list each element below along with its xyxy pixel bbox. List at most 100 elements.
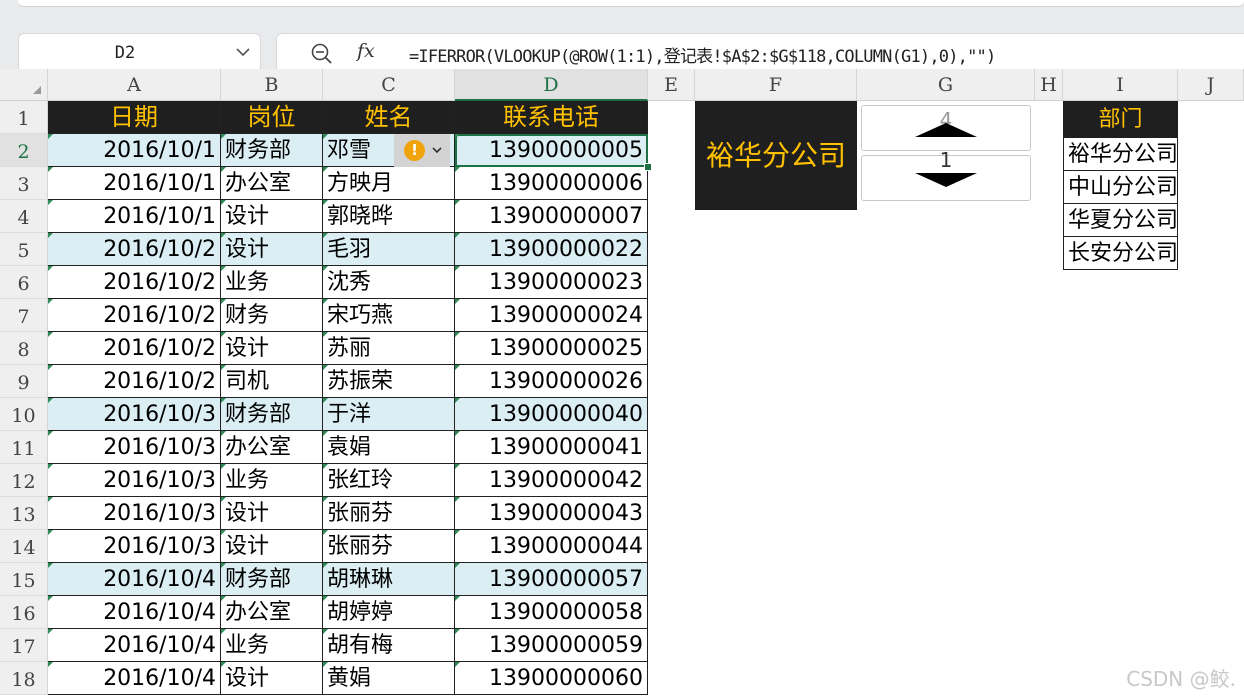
table-cell[interactable]: 毛羽 xyxy=(323,233,455,266)
table-cell[interactable]: 宋巧燕 xyxy=(323,299,455,332)
table-cell[interactable]: 13900000060 xyxy=(455,662,648,695)
table-header-cell[interactable]: 姓名 xyxy=(323,101,455,134)
table-cell[interactable]: 业务 xyxy=(221,266,323,299)
column-header-g[interactable]: G xyxy=(857,69,1035,101)
row-header-7[interactable]: 7 xyxy=(0,299,48,332)
table-cell[interactable]: 13900000006 xyxy=(455,167,648,200)
table-cell[interactable]: 13900000059 xyxy=(455,629,648,662)
formula-input[interactable]: fx =IFERROR(VLOOKUP(@ROW(1:1),登记表!$A$2:$… xyxy=(276,33,1244,73)
table-cell[interactable]: 13900000044 xyxy=(455,530,648,563)
table-cell[interactable]: 2016/10/2 xyxy=(48,365,221,398)
table-cell[interactable]: 13900000058 xyxy=(455,596,648,629)
column-header-b[interactable]: B xyxy=(221,69,323,101)
table-cell[interactable]: 2016/10/4 xyxy=(48,563,221,596)
table-cell[interactable]: 2016/10/2 xyxy=(48,233,221,266)
table-cell[interactable]: 2016/10/1 xyxy=(48,167,221,200)
row-header-2[interactable]: 2 xyxy=(0,134,48,167)
table-cell[interactable]: 张丽芬 xyxy=(323,497,455,530)
chevron-down-icon[interactable] xyxy=(432,147,442,154)
column-header-h[interactable]: H xyxy=(1035,69,1063,101)
table-cell[interactable]: 胡琳琳 xyxy=(323,563,455,596)
table-cell[interactable]: 2016/10/3 xyxy=(48,431,221,464)
table-cell[interactable]: 于洋 xyxy=(323,398,455,431)
column-header-c[interactable]: C xyxy=(323,69,455,101)
table-header-cell[interactable]: 联系电话 xyxy=(455,101,648,134)
table-cell[interactable]: 设计 xyxy=(221,233,323,266)
table-cell[interactable]: 办公室 xyxy=(221,431,323,464)
fx-icon[interactable]: fx xyxy=(357,40,375,62)
company-label[interactable]: 裕华分公司 xyxy=(695,101,857,210)
table-cell[interactable]: 2016/10/2 xyxy=(48,332,221,365)
column-header-f[interactable]: F xyxy=(695,69,857,101)
table-cell[interactable]: 胡婷婷 xyxy=(323,596,455,629)
table-header-cell[interactable]: 岗位 xyxy=(221,101,323,134)
row-header-10[interactable]: 10 xyxy=(0,398,48,431)
row-header-8[interactable]: 8 xyxy=(0,332,48,365)
error-check-button[interactable]: ! xyxy=(394,134,450,167)
table-cell[interactable]: 2016/10/1 xyxy=(48,200,221,233)
table-cell[interactable]: 2016/10/4 xyxy=(48,596,221,629)
table-cell[interactable]: 13900000026 xyxy=(455,365,648,398)
table-cell[interactable]: 13900000041 xyxy=(455,431,648,464)
row-header-11[interactable]: 11 xyxy=(0,431,48,464)
row-header-3[interactable]: 3 xyxy=(0,167,48,200)
row-header-17[interactable]: 17 xyxy=(0,629,48,662)
row-header-12[interactable]: 12 xyxy=(0,464,48,497)
column-header-a[interactable]: A xyxy=(48,69,221,101)
table-cell[interactable]: 13900000023 xyxy=(455,266,648,299)
table-cell[interactable]: 设计 xyxy=(221,662,323,695)
table-cell[interactable]: 13900000005 xyxy=(455,134,648,167)
table-cell[interactable]: 13900000025 xyxy=(455,332,648,365)
column-header-d[interactable]: D xyxy=(455,69,648,101)
table-cell[interactable]: 设计 xyxy=(221,200,323,233)
column-header-i[interactable]: I xyxy=(1063,69,1178,101)
formula-text[interactable]: =IFERROR(VLOOKUP(@ROW(1:1),登记表!$A$2:$G$1… xyxy=(409,42,996,67)
select-all-corner[interactable] xyxy=(0,69,48,101)
table-cell[interactable]: 2016/10/4 xyxy=(48,629,221,662)
table-cell[interactable]: 2016/10/2 xyxy=(48,266,221,299)
table-cell[interactable]: 13900000024 xyxy=(455,299,648,332)
table-cell[interactable]: 财务 xyxy=(221,299,323,332)
table-cell[interactable]: 张红玲 xyxy=(323,464,455,497)
row-header-5[interactable]: 5 xyxy=(0,233,48,266)
name-box[interactable]: D2 xyxy=(18,33,261,73)
spinner-up-arrow-icon[interactable] xyxy=(915,123,977,137)
table-cell[interactable]: 苏振荣 xyxy=(323,365,455,398)
table-cell[interactable]: 办公室 xyxy=(221,167,323,200)
table-cell[interactable]: 黄娟 xyxy=(323,662,455,695)
table-cell[interactable]: 胡有梅 xyxy=(323,629,455,662)
table-cell[interactable]: 设计 xyxy=(221,497,323,530)
table-cell[interactable]: 2016/10/3 xyxy=(48,530,221,563)
table-cell[interactable]: 2016/10/2 xyxy=(48,299,221,332)
table-header-cell[interactable]: 日期 xyxy=(48,101,221,134)
row-header-13[interactable]: 13 xyxy=(0,497,48,530)
table-cell[interactable]: 13900000007 xyxy=(455,200,648,233)
table-cell[interactable]: 方映月 xyxy=(323,167,455,200)
table-cell[interactable]: 2016/10/1 xyxy=(48,134,221,167)
sheet-grid[interactable]: A B C D E F G H I J 1 2 3 4 5 6 7 8 9 10 11 12 13 14 15 16 17 18 日期岗… xyxy=(0,69,1244,700)
row-header-1[interactable]: 1 xyxy=(0,101,48,134)
table-cell[interactable]: 司机 xyxy=(221,365,323,398)
table-cell[interactable]: 13900000040 xyxy=(455,398,648,431)
table-cell[interactable]: 13900000022 xyxy=(455,233,648,266)
table-cell[interactable]: 办公室 xyxy=(221,596,323,629)
row-header-4[interactable]: 4 xyxy=(0,200,48,233)
column-header-e[interactable]: E xyxy=(648,69,695,101)
table-cell[interactable]: 2016/10/3 xyxy=(48,398,221,431)
table-cell[interactable]: 13900000057 xyxy=(455,563,648,596)
table-cell[interactable]: 设计 xyxy=(221,530,323,563)
row-header-15[interactable]: 15 xyxy=(0,563,48,596)
table-cell[interactable]: 袁娟 xyxy=(323,431,455,464)
table-cell[interactable]: 13900000043 xyxy=(455,497,648,530)
table-cell[interactable]: 财务部 xyxy=(221,134,323,167)
row-header-6[interactable]: 6 xyxy=(0,266,48,299)
chevron-down-icon[interactable] xyxy=(236,47,250,57)
table-cell[interactable]: 财务部 xyxy=(221,563,323,596)
table-cell[interactable]: 财务部 xyxy=(221,398,323,431)
row-header-14[interactable]: 14 xyxy=(0,530,48,563)
column-header-j[interactable]: J xyxy=(1178,69,1244,101)
table-cell[interactable]: 苏丽 xyxy=(323,332,455,365)
fill-handle[interactable] xyxy=(644,163,652,171)
spinner-down-arrow-icon[interactable] xyxy=(915,173,977,187)
dept-header[interactable]: 部门 xyxy=(1063,101,1178,138)
